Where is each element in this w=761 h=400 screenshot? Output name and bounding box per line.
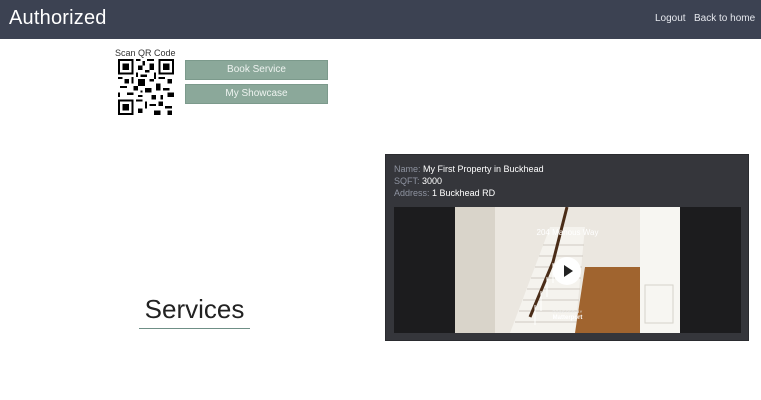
property-address-label: Address: — [394, 188, 430, 198]
property-address-row: Address: 1 Buckhead RD — [394, 188, 495, 199]
my-showcase-button[interactable]: My Showcase — [185, 84, 328, 104]
property-sqft-label: SQFT: — [394, 176, 420, 186]
qr-code-image — [118, 59, 174, 115]
play-icon[interactable] — [553, 257, 581, 285]
tour-scene-title: 204 Manous Way — [536, 228, 599, 237]
tour-preview-image[interactable]: 204 Manous Way POWERED BY Matterport — [455, 207, 680, 333]
matterport-logo: Matterport — [552, 315, 583, 321]
powered-by-label: POWERED BY — [552, 309, 583, 314]
services-underline — [139, 328, 250, 329]
property-sqft-row: SQFT: 3000 — [394, 176, 442, 187]
property-name-row: Name: My First Property in Buckhead — [394, 164, 544, 175]
property-name-label: Name: — [394, 164, 421, 174]
property-name-value: My First Property in Buckhead — [423, 164, 544, 174]
qr-code-label: Scan QR Code — [115, 48, 176, 58]
property-card: Name: My First Property in Buckhead SQFT… — [385, 154, 749, 341]
logout-link[interactable]: Logout — [655, 13, 686, 24]
property-sqft-value: 3000 — [422, 176, 443, 186]
top-navbar: Authorized Logout Back to home — [0, 0, 761, 39]
back-to-home-link[interactable]: Back to home — [694, 13, 755, 24]
property-address-value: 1 Buckhead RD — [432, 188, 496, 198]
brand-title[interactable]: Authorized — [9, 7, 107, 30]
services-heading: Services — [144, 294, 245, 324]
book-service-button[interactable]: Book Service — [185, 60, 328, 80]
tour-viewer[interactable]: 204 Manous Way POWERED BY Matterport — [394, 207, 741, 333]
